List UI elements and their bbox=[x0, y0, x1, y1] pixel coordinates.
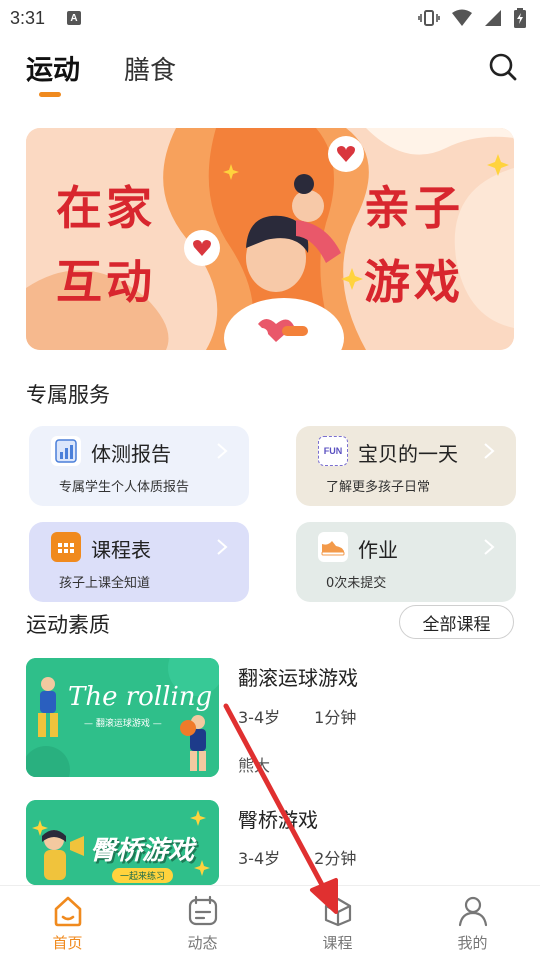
nav-label: 动态 bbox=[187, 934, 218, 952]
banner-text-left-2: 互动 bbox=[56, 255, 156, 309]
banner-text-right-2: 游戏 bbox=[364, 255, 464, 309]
nav-item-course[interactable]: 课程 bbox=[270, 886, 405, 960]
services-section-title: 专属服务 bbox=[26, 383, 110, 407]
course-thumb-subtitle: 一起来练习 bbox=[112, 868, 174, 883]
course-thumbnail[interactable]: 臀桥游戏 一起来练习 bbox=[26, 800, 219, 885]
search-icon[interactable] bbox=[488, 52, 518, 82]
fun-calendar-icon-text: FUN bbox=[323, 446, 343, 456]
service-card-title: 课程表 bbox=[91, 538, 151, 562]
service-card-timetable[interactable]: 课程表 孩子上课全知道 bbox=[29, 522, 249, 602]
chevron-right-icon bbox=[484, 443, 495, 459]
chevron-right-icon bbox=[217, 539, 228, 555]
service-card-title: 宝贝的一天 bbox=[358, 442, 458, 466]
banner-text-left-1: 在家 bbox=[56, 181, 156, 235]
all-courses-button[interactable]: 全部课程 bbox=[399, 605, 514, 639]
service-card-title: 作业 bbox=[358, 538, 398, 562]
quality-section-title: 运动素质 bbox=[26, 613, 110, 637]
service-card-subtitle: 了解更多孩子日常 bbox=[326, 480, 431, 495]
course-box-icon bbox=[324, 897, 351, 927]
service-card-subtitle: 0次未提交 bbox=[326, 576, 387, 591]
promo-banner[interactable]: 在家 互动 亲子 游戏 bbox=[26, 128, 514, 350]
tab-diet[interactable]: 膳食 bbox=[124, 50, 176, 87]
status-time: 3:31 bbox=[10, 7, 46, 28]
top-tabs: 运动 膳食 bbox=[26, 48, 176, 87]
status-icons bbox=[418, 8, 526, 28]
banner-text-right-1: 亲子 bbox=[364, 181, 464, 235]
sneaker-icon bbox=[318, 532, 348, 562]
nav-label: 我的 bbox=[457, 934, 488, 952]
course-duration: 2分钟 bbox=[314, 849, 357, 868]
nav-item-profile[interactable]: 我的 bbox=[405, 886, 540, 960]
course-thumbnail[interactable]: The rolling — 翻滚运球游戏 — bbox=[26, 658, 219, 777]
notification-a-letter: A bbox=[70, 12, 78, 24]
nav-item-home[interactable]: 首页 bbox=[0, 886, 135, 960]
course-age: 3-4岁 bbox=[238, 849, 281, 868]
fun-calendar-icon: FUN bbox=[318, 436, 348, 466]
notification-a-icon: A bbox=[67, 11, 82, 25]
course-title[interactable]: 臀桥游戏 bbox=[238, 804, 318, 833]
course-thumb-title: 臀桥游戏 bbox=[90, 836, 195, 866]
home-icon bbox=[54, 896, 81, 927]
chevron-right-icon bbox=[217, 443, 228, 459]
service-card-baby-day[interactable]: FUN 宝贝的一天 了解更多孩子日常 bbox=[296, 426, 516, 506]
wifi-icon bbox=[452, 9, 472, 26]
service-card-subtitle: 孩子上课全知道 bbox=[59, 576, 151, 591]
course-meta: 3-4岁 1分钟 bbox=[238, 704, 356, 728]
nav-item-feed[interactable]: 动态 bbox=[135, 886, 270, 960]
chevron-right-icon bbox=[484, 539, 495, 555]
course-age: 3-4岁 bbox=[238, 708, 281, 727]
profile-icon bbox=[458, 896, 487, 927]
service-card-subtitle: 专属学生个人体质报告 bbox=[59, 480, 190, 495]
course-thumb-subtitle: — 翻滚运球游戏 — bbox=[84, 719, 162, 729]
nav-label: 首页 bbox=[52, 934, 83, 952]
course-duration: 1分钟 bbox=[314, 708, 357, 727]
course-thumb-title: The rolling bbox=[68, 682, 213, 712]
signal-icon bbox=[485, 10, 501, 26]
service-card-body-test[interactable]: 体测报告 专属学生个人体质报告 bbox=[29, 426, 249, 506]
active-tab-indicator bbox=[39, 92, 61, 97]
report-chart-icon bbox=[51, 436, 81, 466]
feed-icon bbox=[188, 895, 217, 926]
banner-artwork bbox=[26, 128, 514, 350]
timetable-icon bbox=[51, 532, 81, 562]
course-author: 熊大 bbox=[238, 756, 271, 775]
battery-icon bbox=[514, 8, 526, 28]
course-title[interactable]: 翻滚运球游戏 bbox=[238, 662, 358, 691]
service-card-homework[interactable]: 作业 0次未提交 bbox=[296, 522, 516, 602]
course-meta: 3-4岁 2分钟 bbox=[238, 845, 356, 869]
bottom-nav: 首页 动态 课程 我的 bbox=[0, 885, 540, 960]
nav-label: 课程 bbox=[322, 934, 353, 952]
service-card-title: 体测报告 bbox=[91, 442, 171, 466]
tab-sport[interactable]: 运动 bbox=[26, 48, 80, 87]
vibrate-icon bbox=[418, 10, 440, 26]
status-bar: 3:31 A bbox=[0, 0, 540, 36]
